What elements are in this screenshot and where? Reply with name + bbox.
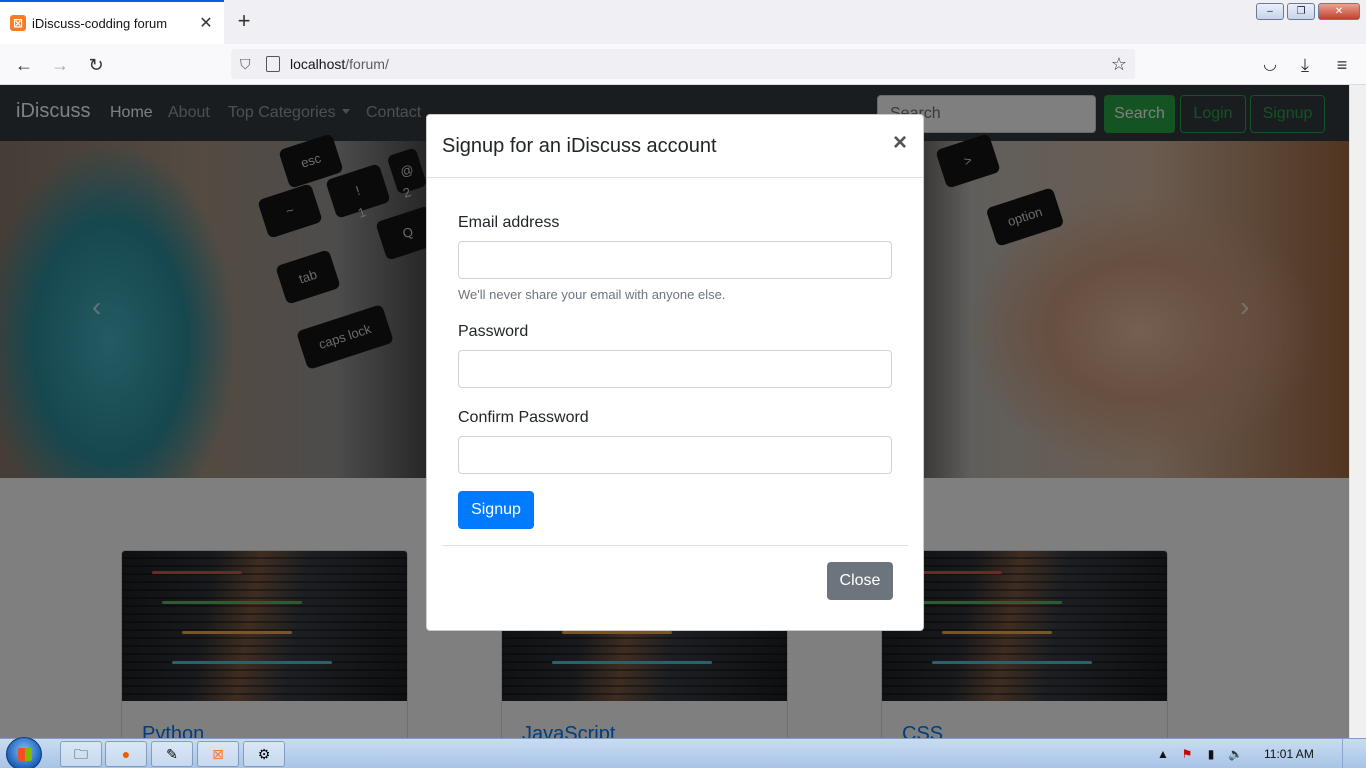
forward-arrow-icon[interactable]: → [48,53,72,77]
pocket-icon[interactable]: ◡ [1258,53,1282,77]
confirm-password-label: Confirm Password [458,409,589,426]
notepad-icon[interactable]: ✎ [151,741,193,767]
xampp-icon[interactable]: ⊠ [197,741,239,767]
page-scrollbar[interactable] [1349,85,1366,738]
browser-tab-active[interactable]: ⊠ iDiscuss-codding forum ✕ [0,0,224,44]
password-label: Password [458,323,529,340]
shield-icon[interactable]: ⛉ [240,56,256,73]
show-desktop-button[interactable] [1342,739,1354,768]
url-host: localhost [290,56,346,72]
browser-toolbar: ← → ↻ ⛉ localhost/forum/ ☆ ◡ ⤓ ≡ [0,44,1366,85]
modal-close-button[interactable]: Close [827,562,893,600]
restore-button[interactable]: ❐ [1287,3,1315,20]
tab-title: iDiscuss-codding forum [32,15,168,31]
modal-divider [442,545,908,546]
modal-signup-button[interactable]: Signup [458,491,534,529]
action-center-flag-icon[interactable]: ⚑ [1180,747,1194,761]
xampp-favicon-icon: ⊠ [10,15,26,31]
windows-taskbar: 🗀 ● ✎ ⊠ ⚙ ▲ ⚑ ▮ 🔈 11:01 AM [0,737,1366,768]
menu-icon[interactable]: ≡ [1330,53,1354,77]
show-hidden-icons-icon[interactable]: ▲ [1156,747,1170,761]
tab-close-icon[interactable]: ✕ [198,13,214,33]
window-controls: – ❐ ✕ [1256,3,1360,20]
url-path: /forum/ [345,56,389,72]
address-bar[interactable]: ⛉ localhost/forum/ ☆ [231,49,1135,79]
modal-close-icon[interactable]: × [893,131,907,155]
minimize-button[interactable]: – [1256,3,1284,20]
modal-header: Signup for an iDiscuss account × [427,115,923,178]
start-button[interactable] [6,737,42,768]
browser-tab-strip: ⊠ iDiscuss-codding forum ✕ + – ❐ ✕ [0,0,1366,44]
system-tray: ▲ ⚑ ▮ 🔈 11:01 AM [1156,739,1366,768]
firefox-icon[interactable]: ● [105,741,147,767]
explorer-icon[interactable]: 🗀 [60,741,102,767]
email-field[interactable] [458,241,892,279]
new-tab-button[interactable]: + [232,10,256,34]
signup-modal: Signup for an iDiscuss account × Email a… [426,114,924,631]
windows-logo-icon [18,748,32,761]
download-icon[interactable]: ⤓ [1293,53,1317,77]
window-close-button[interactable]: ✕ [1318,3,1360,20]
modal-title: Signup for an iDiscuss account [442,135,717,157]
email-help-text: We'll never share your email with anyone… [458,287,726,302]
url-text[interactable]: localhost/forum/ [290,56,389,72]
confirm-password-field[interactable] [458,436,892,474]
tool-icon[interactable]: ⚙ [243,741,285,767]
network-icon[interactable]: ▮ [1204,747,1218,761]
clock[interactable]: 11:01 AM [1264,747,1324,761]
email-label: Email address [458,214,560,231]
page-info-icon[interactable] [266,56,280,72]
volume-icon[interactable]: 🔈 [1228,747,1243,761]
reload-icon[interactable]: ↻ [84,53,108,77]
bookmark-star-icon[interactable]: ☆ [1111,54,1127,75]
password-field[interactable] [458,350,892,388]
back-arrow-icon[interactable]: ← [12,53,36,77]
